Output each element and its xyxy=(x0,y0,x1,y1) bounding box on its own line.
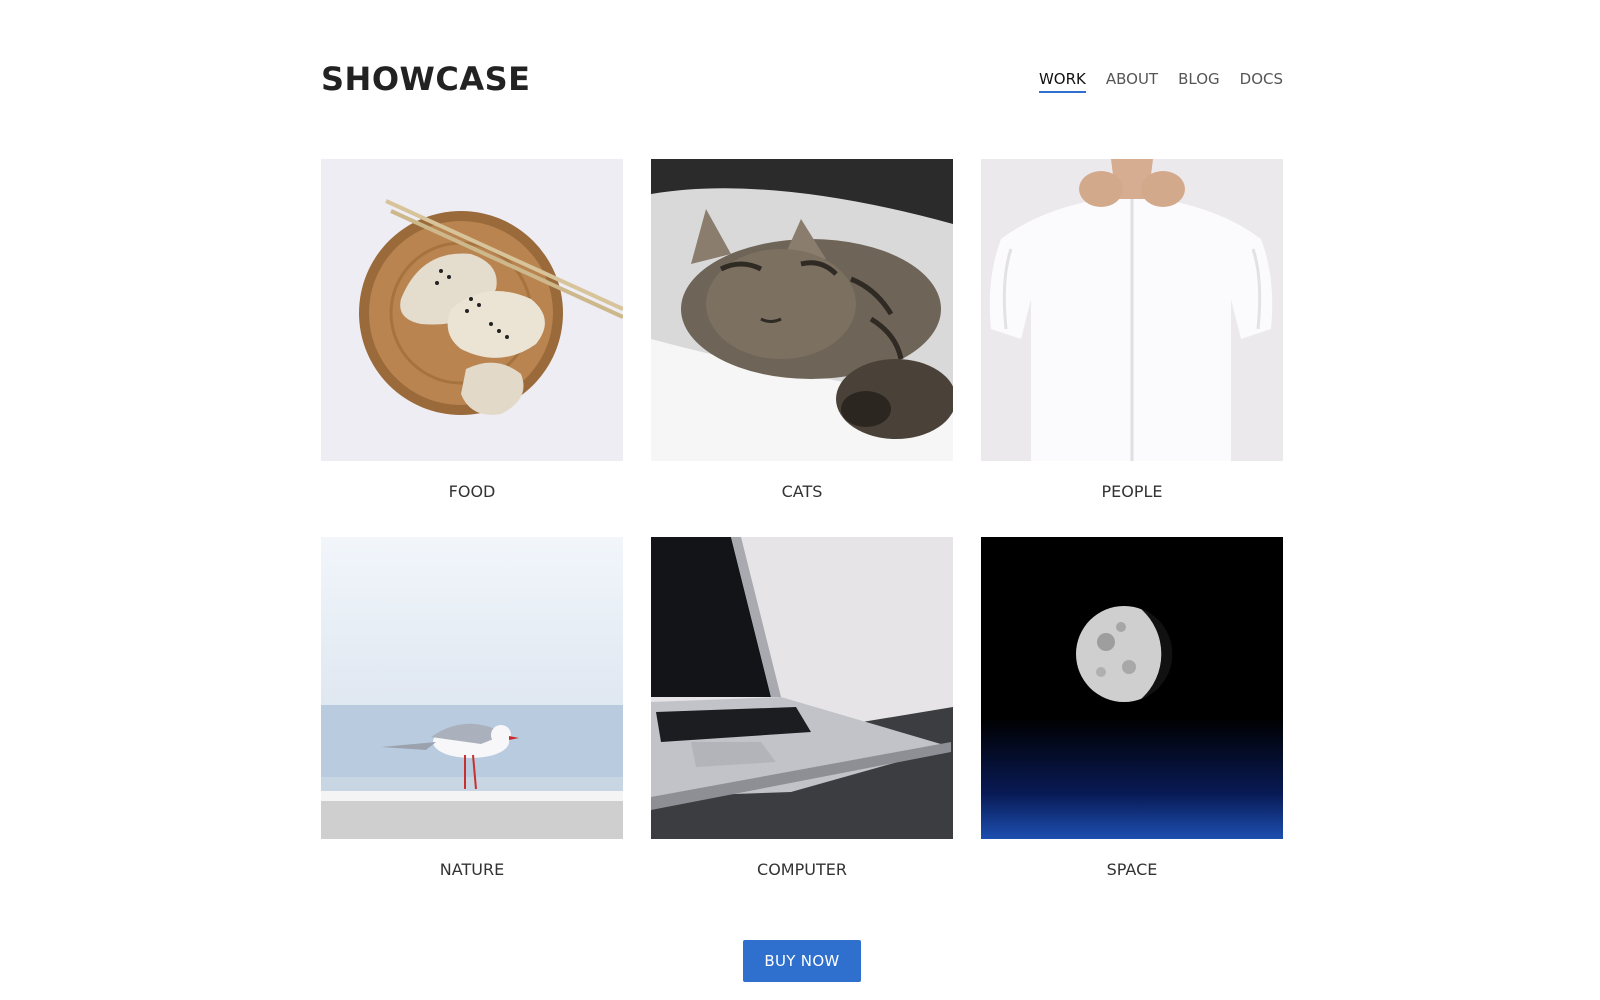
cats-image[interactable] xyxy=(651,159,953,461)
gallery-card-people[interactable]: PEOPLE xyxy=(981,159,1283,537)
people-image[interactable] xyxy=(981,159,1283,461)
main-nav: WORK ABOUT BLOG DOCS xyxy=(1038,70,1283,93)
gallery-grid: FOOD CATS PEOPLE NATURE COMPUTER SPACE xyxy=(321,159,1283,915)
site-header: SHOWCASE WORK ABOUT BLOG DOCS xyxy=(321,54,1283,104)
gallery-caption: PEOPLE xyxy=(1101,482,1163,501)
nature-image[interactable] xyxy=(321,537,623,839)
nav-item-blog[interactable]: BLOG xyxy=(1178,70,1220,93)
food-image[interactable] xyxy=(321,159,623,461)
gallery-card-cats[interactable]: CATS xyxy=(651,159,953,537)
page: SHOWCASE WORK ABOUT BLOG DOCS FOOD CATS … xyxy=(0,0,1600,1000)
gallery-caption: CATS xyxy=(781,482,823,501)
gallery-card-space[interactable]: SPACE xyxy=(981,537,1283,915)
computer-image[interactable] xyxy=(651,537,953,839)
gallery-caption: NATURE xyxy=(439,860,505,879)
gallery-caption: COMPUTER xyxy=(757,860,847,879)
nav-item-docs[interactable]: DOCS xyxy=(1240,70,1283,93)
space-image[interactable] xyxy=(981,537,1283,839)
nav-item-work[interactable]: WORK xyxy=(1038,70,1086,93)
nav-item-about[interactable]: ABOUT xyxy=(1106,70,1158,93)
gallery-card-computer[interactable]: COMPUTER xyxy=(651,537,953,915)
buy-now-button[interactable]: BUY NOW xyxy=(743,940,861,982)
gallery-caption: SPACE xyxy=(1106,860,1158,879)
gallery-card-nature[interactable]: NATURE xyxy=(321,537,623,915)
site-logo[interactable]: SHOWCASE xyxy=(321,60,530,98)
gallery-card-food[interactable]: FOOD xyxy=(321,159,623,537)
gallery-caption: FOOD xyxy=(448,482,496,501)
